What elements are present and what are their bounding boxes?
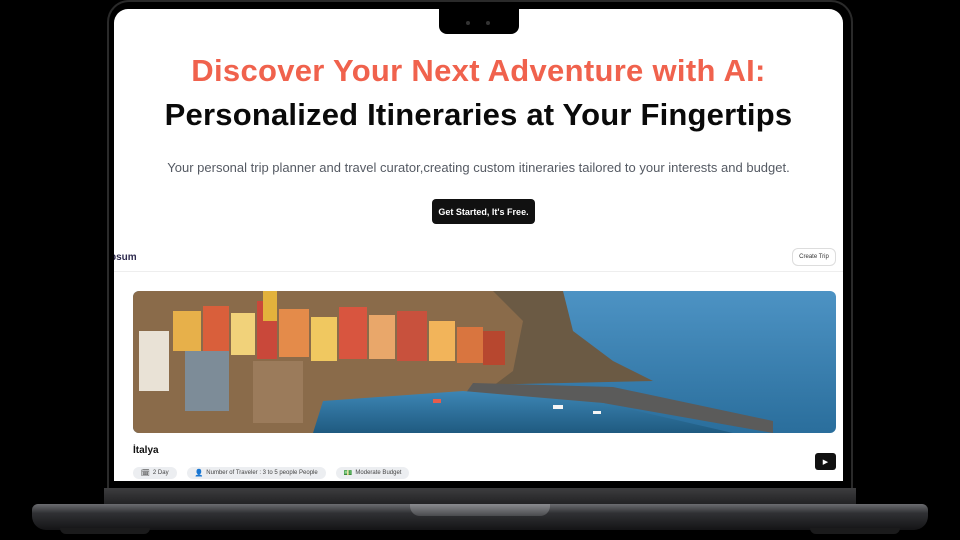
hero-title-accent: Discover Your Next Adventure with AI: [191,53,766,88]
laptop-screen: Discover Your Next Adventure with AI: Pe… [114,9,843,481]
trip-travelers-badge: 👤 Number of Traveler : 3 to 5 people Peo… [186,467,326,479]
laptop-thumb-notch [410,504,550,516]
camera-dot-icon [486,21,490,25]
calendar-icon: 🗓 [141,469,150,477]
hero-subtitle: Your personal trip planner and travel cu… [167,160,790,175]
app-logo[interactable]: psum [114,252,137,263]
laptop-foot [60,528,150,534]
laptop-foot [810,528,900,534]
trip-name: İtalya [133,445,159,456]
trip-cover-image[interactable] [133,291,836,433]
play-icon[interactable]: ▶ [815,453,836,470]
hero-title: Personalized Itineraries at Your Fingert… [164,97,793,132]
trip-badges: 🗓 2 Day 👤 Number of Traveler : 3 to 5 pe… [133,467,410,479]
badge-label: 2 Day [152,470,169,476]
camera-notch [439,9,519,34]
traveler-icon: 👤 [194,469,204,477]
badge-label: Number of Traveler : 3 to 5 people Peopl… [206,470,318,476]
trip-duration-badge: 🗓 2 Day [133,467,177,479]
create-trip-button[interactable]: Create Trip [792,248,836,266]
coastal-village-icon [133,291,836,433]
money-icon: 💵 [343,469,353,477]
app-preview-header: psum Create Trip [114,242,843,272]
camera-dot-icon [466,21,470,25]
trip-budget-badge: 💵 Moderate Budget [335,467,410,479]
badge-label: Moderate Budget [355,470,402,476]
get-started-button[interactable]: Get Started, It's Free. [432,199,535,224]
